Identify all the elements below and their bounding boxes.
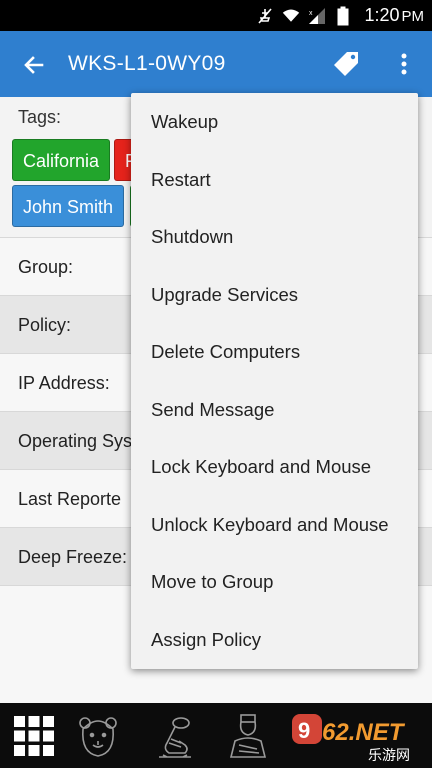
row-label: Policy: <box>18 315 72 335</box>
status-bar: x 1:20 PM <box>0 0 432 31</box>
menu-item-unlock-keyboard-mouse[interactable]: Unlock Keyboard and Mouse <box>131 496 418 554</box>
svg-text:乐游网: 乐游网 <box>368 748 410 764</box>
bear-icon[interactable] <box>72 711 124 761</box>
tag-chip-california[interactable]: California <box>12 139 111 181</box>
person-icon[interactable] <box>222 711 274 761</box>
mute-icon <box>256 7 274 25</box>
row-label: Operating Sys <box>18 431 133 451</box>
battery-icon <box>334 6 352 25</box>
menu-item-lock-keyboard-mouse[interactable]: Lock Keyboard and Mouse <box>131 438 418 496</box>
menu-item-upgrade-services[interactable]: Upgrade Services <box>131 266 418 324</box>
menu-item-wakeup[interactable]: Wakeup <box>131 93 418 151</box>
ice-skate-icon[interactable] <box>148 711 200 761</box>
tag-chip-john-smith[interactable]: John Smith <box>12 185 125 227</box>
status-icons: x 1:20 PM <box>256 0 424 31</box>
more-vert-icon[interactable] <box>392 48 416 80</box>
app-bar: WKS-L1-0WY09 <box>0 31 432 97</box>
row-label: Deep Freeze: <box>18 547 128 567</box>
row-label: Group: <box>18 257 74 277</box>
menu-item-delete-computers[interactable]: Delete Computers <box>131 323 418 381</box>
back-arrow-icon[interactable] <box>18 49 50 81</box>
menu-item-restart[interactable]: Restart <box>131 151 418 209</box>
page-title: WKS-L1-0WY09 <box>68 52 226 75</box>
apps-grid-icon[interactable] <box>8 711 60 761</box>
menu-item-send-message[interactable]: Send Message <box>131 381 418 439</box>
svg-text:9: 9 <box>298 718 310 743</box>
row-label: Last Reporte <box>18 489 122 509</box>
menu-item-move-to-group[interactable]: Move to Group <box>131 553 418 611</box>
tags-label: Tags: <box>18 107 62 127</box>
svg-text:x: x <box>309 10 313 17</box>
menu-item-assign-policy[interactable]: Assign Policy <box>131 611 418 669</box>
clock: 1:20 PM <box>364 5 424 25</box>
site-watermark: 9 62.NET 乐游网 <box>292 708 432 764</box>
tag-icon[interactable] <box>330 48 362 80</box>
row-label: IP Address: <box>18 373 110 393</box>
wifi-icon <box>282 7 300 25</box>
overflow-menu: Wakeup Restart Shutdown Upgrade Services… <box>131 93 418 669</box>
menu-item-shutdown[interactable]: Shutdown <box>131 208 418 266</box>
svg-text:62.NET: 62.NET <box>322 719 406 746</box>
signal-icon: x <box>308 7 326 25</box>
